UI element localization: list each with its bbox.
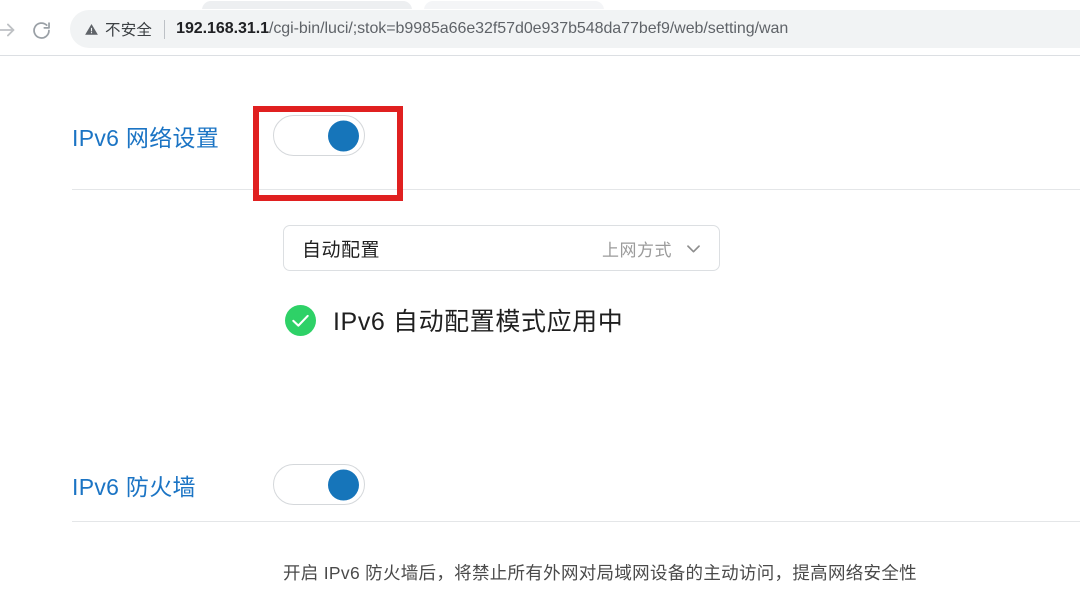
ipv6-network-toggle[interactable]: [273, 115, 365, 156]
chevron-down-icon[interactable]: [684, 239, 703, 258]
omnibox-divider: [164, 19, 166, 39]
arrow-forward-icon[interactable]: [0, 17, 20, 43]
ipv6-firewall-header: IPv6 防火墙: [0, 441, 1080, 529]
ipv6-network-title: IPv6 网络设置: [72, 125, 220, 151]
url-host: 192.168.31.1: [176, 20, 269, 37]
section-divider: [72, 189, 1080, 190]
ipv6-firewall-toggle[interactable]: [273, 464, 365, 505]
connection-type-right-group: 上网方式: [602, 236, 703, 261]
security-status-chip[interactable]: 不安全: [84, 18, 152, 40]
tab-strip: [0, 0, 1080, 9]
warning-triangle-icon: [85, 23, 98, 35]
ipv6-firewall-description: 开启 IPv6 防火墙后，将禁止所有外网对局域网设备的主动访问，提高网络安全性: [283, 563, 917, 583]
connection-type-dropdown[interactable]: 自动配置 上网方式: [283, 225, 720, 271]
ipv6-network-section: IPv6 网络设置: [0, 92, 1080, 190]
ipv6-network-header: IPv6 网络设置: [0, 92, 1080, 180]
toggle-knob: [328, 469, 359, 500]
connection-type-label: 上网方式: [602, 240, 672, 260]
check-circle-icon: [285, 304, 316, 336]
connection-type-value: 自动配置: [302, 239, 381, 261]
security-status-label: 不安全: [105, 22, 153, 39]
router-settings-page: IPv6 网络设置 自动配置 上网方式 IPv6 自动配置模式应用中 IPv6 …: [0, 56, 1080, 599]
ipv6-firewall-section: IPv6 防火墙: [0, 441, 1080, 529]
ipv6-status-text: IPv6 自动配置模式应用中: [333, 308, 624, 336]
ipv6-status-row: IPv6 自动配置模式应用中: [285, 302, 623, 338]
ipv6-firewall-title: IPv6 防火墙: [72, 474, 196, 500]
reload-icon[interactable]: [28, 17, 54, 43]
url-text[interactable]: 192.168.31.1/cgi-bin/luci/;stok=b9985a66…: [176, 20, 788, 38]
address-bar[interactable]: 不安全 192.168.31.1/cgi-bin/luci/;stok=b998…: [70, 10, 1080, 48]
browser-chrome: 不安全 192.168.31.1/cgi-bin/luci/;stok=b998…: [0, 0, 1080, 56]
browser-tab[interactable]: [202, 1, 412, 9]
section-divider: [72, 521, 1080, 522]
url-path: /cgi-bin/luci/;stok=b9985a66e32f57d0e937…: [268, 20, 789, 37]
toggle-knob: [328, 120, 359, 151]
browser-tab[interactable]: [424, 1, 604, 9]
